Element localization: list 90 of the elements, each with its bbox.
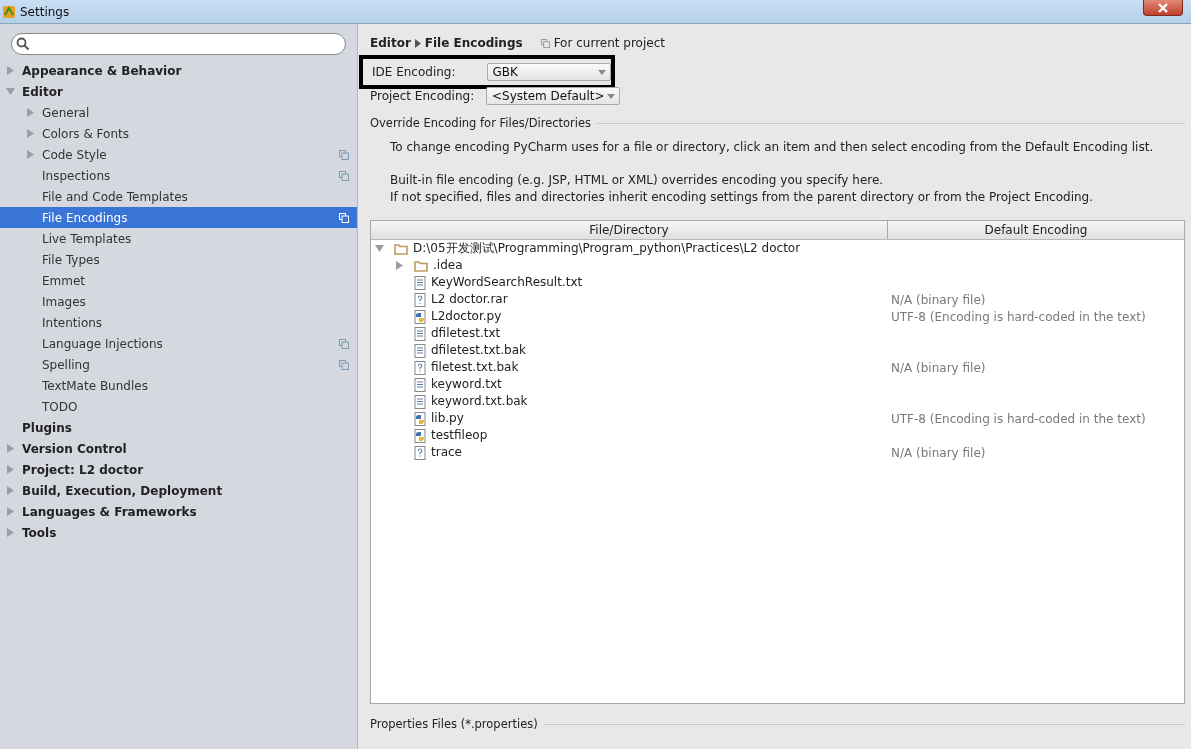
encoding-value[interactable]: UTF-8 (Encoding is hard-coded in the text) — [891, 309, 1146, 324]
file-name[interactable]: KeyWordSearchResult.txt — [431, 275, 583, 290]
ide-encoding-label: IDE Encoding: — [372, 65, 457, 79]
python-file-icon — [414, 309, 426, 324]
section-title: Properties Files (*.properties) — [370, 717, 538, 731]
settings-tree-item[interactable]: TextMate Bundles — [0, 375, 357, 396]
file-name[interactable]: dfiletest.txt.bak — [431, 343, 526, 358]
search-field[interactable] — [11, 33, 346, 55]
encoding-value[interactable]: N/A (binary file) — [891, 360, 986, 375]
settings-tree-item[interactable]: File and Code Templates — [0, 186, 357, 207]
settings-tree-item[interactable]: General — [0, 102, 357, 123]
project-encoding-label: Project Encoding: — [370, 89, 476, 103]
file-name[interactable]: testfileop — [431, 428, 488, 443]
unknown-file-icon — [414, 292, 426, 307]
encoding-value[interactable]: UTF-8 (Encoding is hard-coded in the text) — [891, 411, 1146, 426]
file-name[interactable]: dfiletest.txt — [431, 326, 501, 341]
settings-tree-item[interactable]: File Types — [0, 249, 357, 270]
settings-tree-item[interactable]: Language Injections — [0, 333, 357, 354]
expanded-arrow-icon[interactable] — [6, 87, 15, 96]
ide-encoding-dropdown[interactable]: GBK — [486, 63, 611, 81]
column-header[interactable]: Default Encoding — [888, 221, 1184, 239]
settings-tree-item[interactable]: File Encodings — [0, 207, 357, 228]
file-name[interactable]: D:\05开发测试\Programming\Program_python\Practices\L2 doctor — [413, 241, 801, 256]
text-file-icon — [414, 394, 426, 409]
settings-tree-item[interactable]: Editor — [0, 81, 357, 102]
settings-tree-item[interactable]: TODO — [0, 396, 357, 417]
text-file-icon — [414, 377, 426, 392]
settings-tree-item[interactable]: Version Control — [0, 438, 357, 459]
text-file-icon — [414, 343, 426, 358]
collapsed-arrow-icon[interactable] — [6, 66, 15, 75]
file-name[interactable]: keyword.txt — [431, 377, 502, 392]
settings-tree-item[interactable]: Languages & Frameworks — [0, 501, 357, 522]
section-title: Override Encoding for Files/Directories — [370, 116, 592, 130]
settings-tree-item[interactable]: Plugins — [0, 417, 357, 438]
dropdown-arrow-icon — [598, 69, 606, 75]
window-title: Settings — [20, 4, 70, 19]
collapsed-arrow-icon[interactable] — [6, 528, 15, 537]
settings-tree-item[interactable]: Code Style — [0, 144, 357, 165]
project-scope-icon — [540, 38, 550, 48]
dropdown-arrow-icon — [606, 93, 615, 99]
settings-tree-item[interactable]: Project: L2 doctor — [0, 459, 357, 480]
breadcrumb-parent: Editor — [370, 36, 411, 50]
settings-tree-item[interactable]: Live Templates — [0, 228, 357, 249]
settings-tree-item[interactable]: Inspections — [0, 165, 357, 186]
python-file-icon — [414, 411, 426, 426]
text-file-icon — [414, 275, 426, 290]
encoding-value[interactable]: N/A (binary file) — [891, 292, 986, 307]
folder-icon — [394, 242, 408, 255]
unknown-file-icon — [414, 445, 426, 460]
file-name[interactable]: lib.py — [431, 411, 464, 426]
settings-tree-item[interactable]: Build, Execution, Deployment — [0, 480, 357, 501]
scope-label: For current project — [553, 36, 665, 50]
project-encoding-dropdown[interactable]: <System Default> — [486, 87, 620, 105]
collapsed-arrow-icon[interactable] — [6, 444, 15, 453]
settings-tree-item[interactable]: Spelling — [0, 354, 357, 375]
collapsed-arrow-icon[interactable] — [395, 261, 404, 270]
collapsed-arrow-icon[interactable] — [26, 129, 35, 138]
folder-icon — [414, 259, 428, 272]
collapsed-arrow-icon[interactable] — [6, 507, 15, 516]
breadcrumb-arrow-icon — [414, 38, 421, 48]
settings-tree-item[interactable]: Images — [0, 291, 357, 312]
file-name[interactable]: .idea — [433, 258, 463, 273]
file-name[interactable]: L2doctor.py — [431, 309, 502, 324]
column-header[interactable]: File/Directory — [371, 221, 888, 239]
settings-tree-item[interactable]: Tools — [0, 522, 357, 543]
settings-tree-item[interactable]: Intentions — [0, 312, 357, 333]
description-text: Built-in file encoding (e.g. JSP, HTML or XML) overrides encoding you specify here. — [390, 172, 885, 189]
description-text: If not specified, files and directories inherit encoding settings from the parent directory or from the Project Encoding. — [390, 189, 1095, 206]
app-logo-icon — [2, 4, 16, 19]
settings-tree-item[interactable]: Appearance & Behavior — [0, 60, 357, 81]
unknown-file-icon — [414, 360, 426, 375]
close-icon — [1157, 2, 1169, 13]
python-file-icon — [414, 428, 426, 443]
file-name[interactable]: L2 doctor.rar — [431, 292, 508, 307]
collapsed-arrow-icon[interactable] — [6, 486, 15, 495]
file-name[interactable]: filetest.txt.bak — [431, 360, 519, 375]
collapsed-arrow-icon[interactable] — [26, 108, 35, 117]
settings-tree-item[interactable]: Emmet — [0, 270, 357, 291]
search-icon — [16, 37, 30, 51]
expanded-arrow-icon[interactable] — [375, 244, 384, 253]
collapsed-arrow-icon[interactable] — [6, 465, 15, 474]
text-file-icon — [414, 326, 426, 341]
file-name[interactable]: keyword.txt.bak — [431, 394, 528, 409]
collapsed-arrow-icon[interactable] — [26, 150, 35, 159]
encoding-value[interactable]: N/A (binary file) — [891, 445, 986, 460]
description-text: To change encoding PyCharm uses for a file or directory, click an item and then select encoding from the Default Encoding list. — [390, 139, 1155, 156]
close-button[interactable] — [1143, 0, 1183, 16]
breadcrumb-current: File Encodings — [424, 36, 523, 50]
file-name[interactable]: trace — [431, 445, 462, 460]
settings-tree-item[interactable]: Colors & Fonts — [0, 123, 357, 144]
